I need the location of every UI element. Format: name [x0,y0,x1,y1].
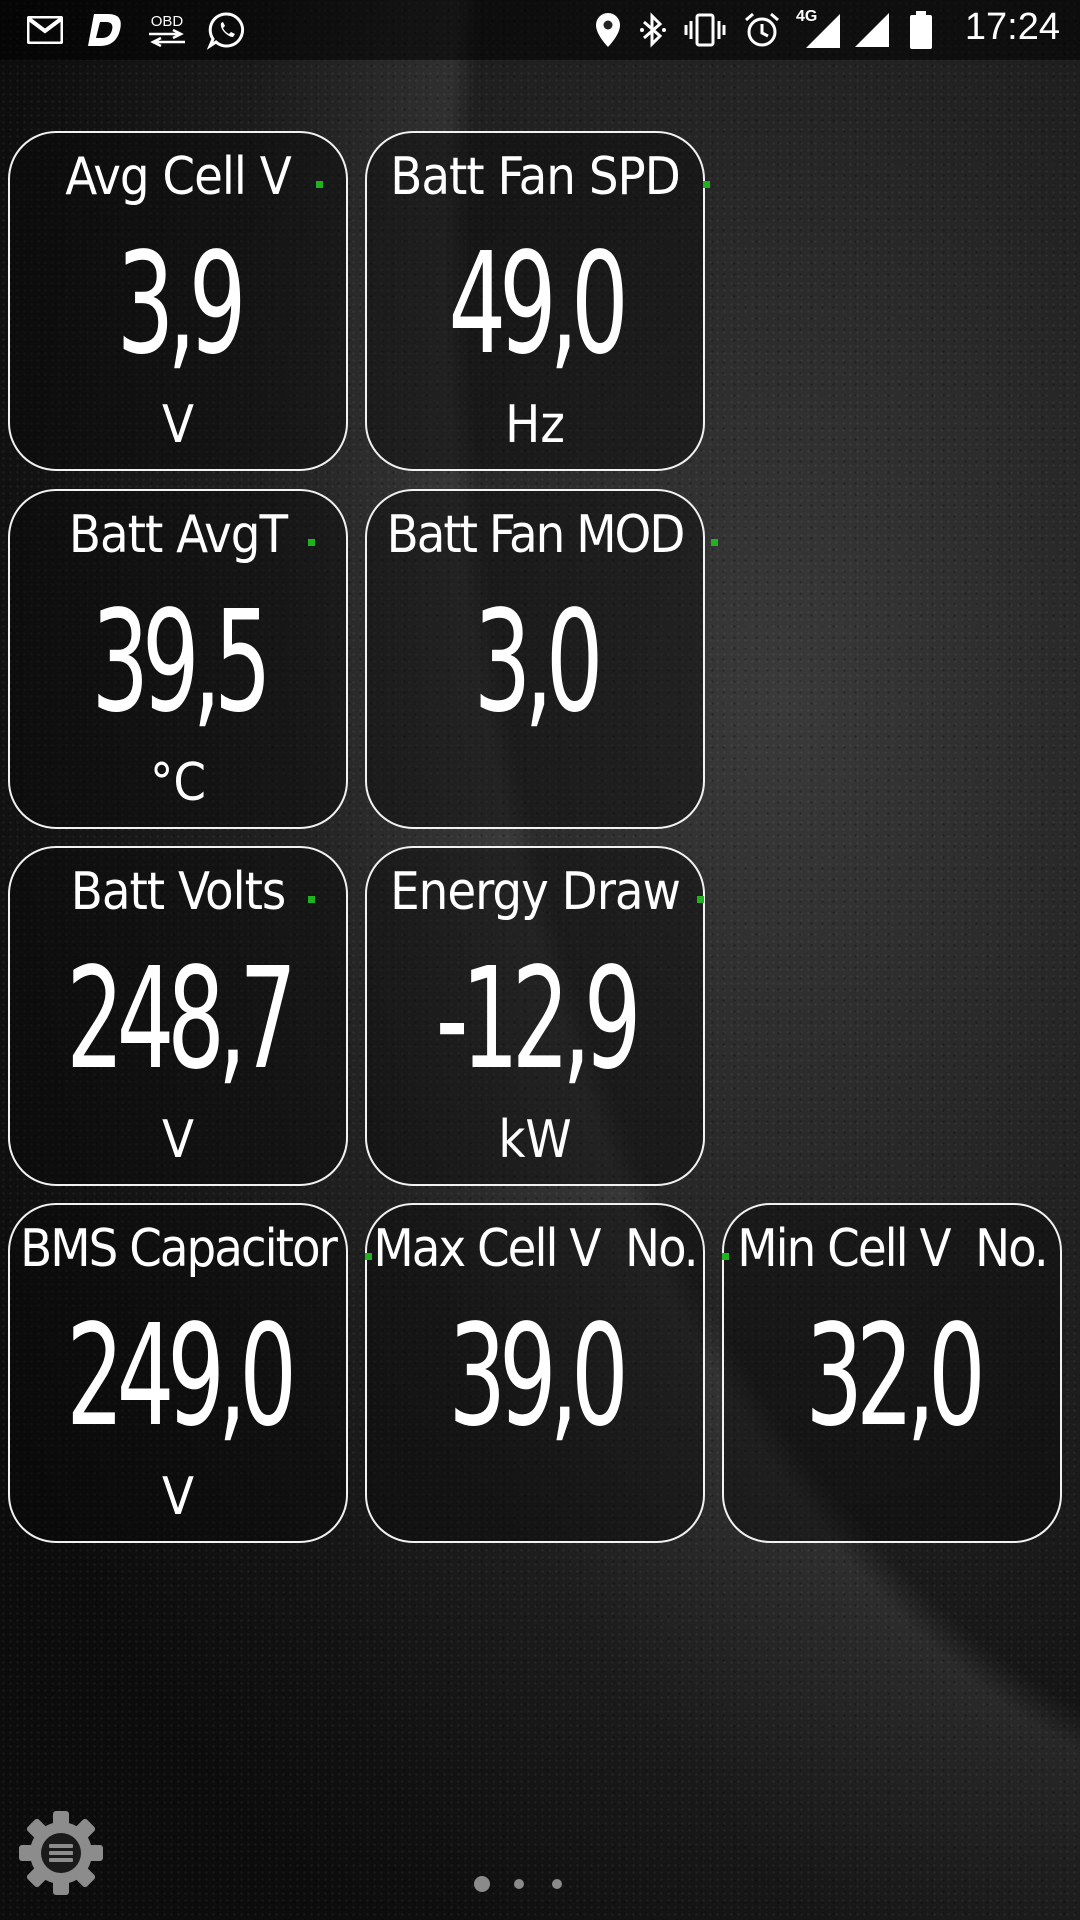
obd-icon: OBD [146,10,188,50]
gauge-batt-avgt[interactable]: Batt AvgT 39,5 °C [8,489,348,829]
gauge-value: 248,7 [66,938,297,1101]
status-indicator [711,539,718,546]
signal-icon [852,10,892,50]
dashboard-app-icon [84,10,128,50]
gauge-label: Energy Draw [390,862,681,922]
gauge-unit: Hz [505,395,565,455]
status-indicator [703,181,710,188]
status-indicator [308,539,315,546]
gauge-value: 39,5 [91,581,271,744]
obd-text: OBD [150,12,184,30]
gauge-value: 39,0 [448,1295,628,1458]
gauge-max-cell-v-no[interactable]: Max Cell V No. 39,0 [365,1203,705,1543]
gauge-value: -12,9 [435,938,642,1101]
status-indicator [316,181,323,188]
gauge-unit: °C [149,753,207,813]
gauge-unit: kW [498,1110,572,1170]
gauge-label: Batt Fan MOD [386,505,686,565]
gauge-label: Batt Fan SPD [390,147,681,207]
gauge-value: 3,0 [473,581,604,744]
gauge-batt-fan-spd[interactable]: Batt Fan SPD 49,0 Hz [365,131,710,471]
gauge-value: 3,9 [116,223,247,386]
vibrate-icon [682,10,728,50]
gauge-min-cell-v-no[interactable]: Min Cell V No. 32,0 [722,1203,1062,1543]
gauge-label: Batt AvgT [68,505,288,565]
page-dot-active[interactable] [474,1876,490,1892]
alarm-icon [742,10,782,50]
status-bar: OBD 4G 17:24 [0,0,1080,60]
gauge-label: Max Cell V No. [373,1219,698,1279]
status-indicator [697,896,704,903]
gauge-unit: V [162,1110,194,1170]
signal-4g-icon: 4G [796,8,842,50]
gauge-value: 32,0 [805,1295,985,1458]
bluetooth-icon [636,10,670,50]
status-indicator [365,1253,372,1260]
battery-icon [908,10,934,50]
settings-gear-icon[interactable] [16,1808,106,1898]
page-dot[interactable] [552,1879,562,1889]
network-type-label: 4G [796,8,818,25]
gauge-label: BMS Capacitor [20,1219,338,1279]
gauge-label: Avg Cell V [65,147,292,207]
gauge-bms-capacitor[interactable]: BMS Capacitor 249,0 V [8,1203,348,1543]
gauge-batt-fan-mod[interactable]: Batt Fan MOD 3,0 [365,489,718,829]
status-indicator [308,896,315,903]
page-dot[interactable] [514,1879,524,1889]
gauge-batt-volts[interactable]: Batt Volts 248,7 V [8,846,348,1186]
gauge-unit: V [162,395,194,455]
page-indicator[interactable] [470,1872,570,1896]
location-icon [592,10,624,50]
gauge-unit: V [162,1467,194,1527]
gauge-label: Batt Volts [70,862,287,922]
whatsapp-icon [206,10,248,50]
gmail-icon [26,10,64,50]
gauge-avg-cell-v[interactable]: Avg Cell V 3,9 V [8,131,348,471]
gauge-value: 49,0 [448,223,628,386]
gauge-label: Min Cell V No. [737,1219,1048,1279]
clock: 17:24 [964,6,1060,48]
status-indicator [722,1253,729,1260]
gauge-energy-draw[interactable]: Energy Draw -12,9 kW [365,846,705,1186]
gauge-value: 249,0 [66,1295,297,1458]
